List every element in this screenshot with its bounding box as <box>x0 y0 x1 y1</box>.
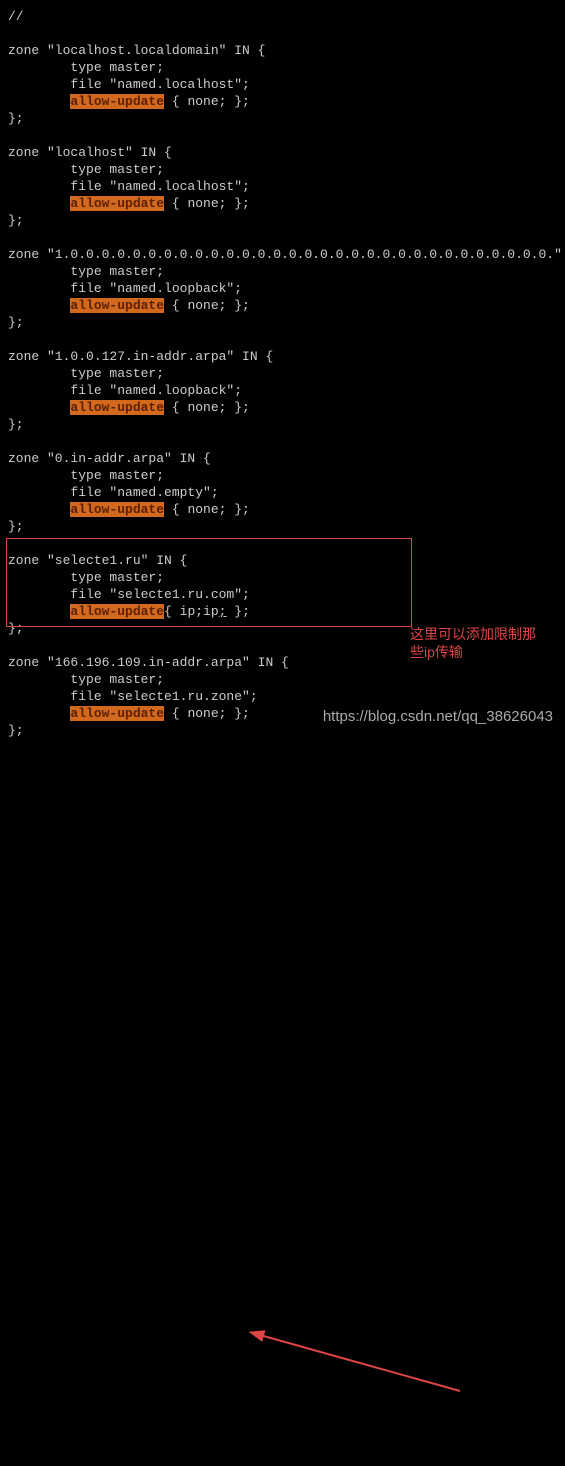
annotation-text: 这里可以添加限制那些ip传输 <box>410 625 536 661</box>
zone-close: }; <box>8 417 24 432</box>
zone-close: }; <box>8 111 24 126</box>
zone-file: file "named.loopback"; <box>8 281 242 296</box>
annotation-arrow <box>0 739 565 1466</box>
zone-allow <box>8 502 70 517</box>
zone-type: type master; <box>8 366 164 381</box>
allow-update-highlight: allow-update <box>70 400 164 415</box>
zone-close: }; <box>8 723 24 738</box>
zone-allow <box>8 400 70 415</box>
zone-header: zone "166.196.109.in-addr.arpa" IN { <box>8 655 289 670</box>
zone-header: zone "localhost.localdomain" IN { <box>8 43 265 58</box>
zone-close: }; <box>8 621 24 636</box>
code-line: // <box>8 9 24 24</box>
zone-type: type master; <box>8 570 164 585</box>
allow-update-highlight: allow-update <box>70 502 164 517</box>
zone-header: zone "selecte1.ru" IN { <box>8 553 187 568</box>
zone-close: }; <box>8 519 24 534</box>
zone-header: zone "0.in-addr.arpa" IN { <box>8 451 211 466</box>
zone-allow <box>8 94 70 109</box>
zone-allow <box>8 706 70 721</box>
zone-close: }; <box>8 213 24 228</box>
zone-file: file "named.localhost"; <box>8 77 250 92</box>
zone-type: type master; <box>8 468 164 483</box>
allow-update-highlight: allow-update <box>70 196 164 211</box>
zone-file: file "named.empty"; <box>8 485 219 500</box>
allow-update-highlight: allow-update <box>70 604 164 619</box>
zone-type: type master; <box>8 672 164 687</box>
zone-header: zone "1.0.0.127.in-addr.arpa" IN { <box>8 349 273 364</box>
zone-type: type master; <box>8 60 164 75</box>
zone-type: type master; <box>8 264 164 279</box>
allow-update-highlight: allow-update <box>70 706 164 721</box>
zone-close: }; <box>8 315 24 330</box>
allow-update-highlight: allow-update <box>70 94 164 109</box>
zone-file: file "named.localhost"; <box>8 179 250 194</box>
zone-file: file "selecte1.ru.com"; <box>8 587 250 602</box>
allow-update-highlight: allow-update <box>70 298 164 313</box>
zone-header: zone "localhost" IN { <box>8 145 172 160</box>
zone-header: zone "1.0.0.0.0.0.0.0.0.0.0.0.0.0.0.0.0.… <box>8 247 565 262</box>
zone-allow <box>8 604 70 619</box>
zone-type: type master; <box>8 162 164 177</box>
zone-file: file "selecte1.ru.zone"; <box>8 689 258 704</box>
zone-allow <box>8 196 70 211</box>
watermark: https://blog.csdn.net/qq_38626043 <box>323 708 553 725</box>
zone-allow <box>8 298 70 313</box>
zone-file: file "named.loopback"; <box>8 383 242 398</box>
